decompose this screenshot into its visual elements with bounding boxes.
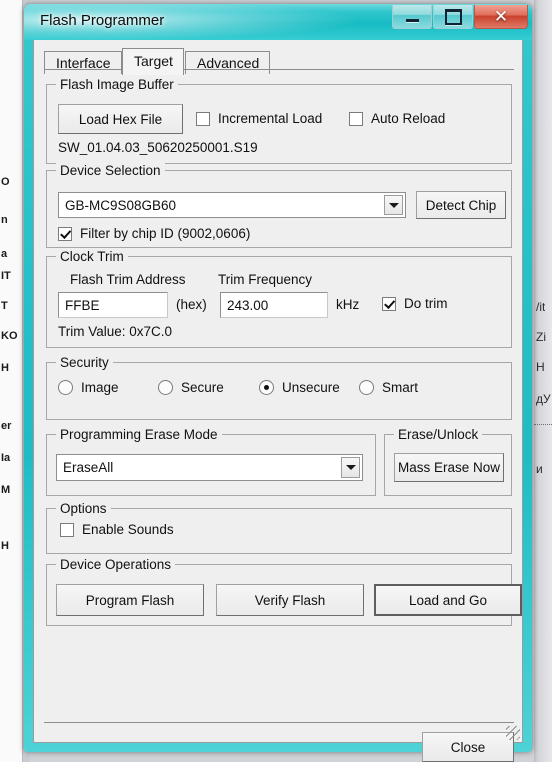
device-combobox[interactable]: GB-MC9S08GB60 (58, 192, 406, 218)
filter-by-chip-id-label: Filter by chip ID (9002,0606) (80, 226, 251, 241)
security-option-unsecure[interactable]: Unsecure (259, 380, 340, 395)
close-button[interactable]: Close (422, 732, 514, 762)
program-flash-button[interactable]: Program Flash (56, 584, 204, 616)
screen: O IT n a T KO H er Ia M H /it Zi H дУ и … (0, 0, 552, 762)
background-text-fragment: /it (536, 300, 546, 314)
group-title-security: Security (56, 355, 113, 370)
background-text-fragment: Ia (1, 452, 11, 464)
verify-flash-button[interactable]: Verify Flash (216, 584, 364, 616)
checkbox-box (58, 226, 72, 241)
tab-interface[interactable]: Interface (44, 51, 122, 74)
loaded-file-name: SW_01.04.03_50620250001.S19 (58, 140, 258, 155)
caption-buttons: ✕ (391, 5, 528, 29)
group-title-erase-unlock: Erase/Unlock (394, 427, 483, 442)
radio-circle (158, 380, 173, 395)
enable-sounds-label: Enable Sounds (82, 522, 174, 537)
background-text-fragment: KO (1, 330, 18, 342)
group-title-flash-image-buffer: Flash Image Buffer (56, 77, 178, 92)
security-option-label: Unsecure (282, 380, 340, 395)
group-title-device-operations: Device Operations (56, 557, 176, 572)
background-text-fragment: Zi (536, 330, 546, 344)
background-text-fragment: H (1, 362, 9, 374)
maximize-button[interactable] (433, 5, 473, 29)
security-option-image[interactable]: Image (58, 380, 119, 395)
resize-grip[interactable] (506, 726, 520, 740)
filter-by-chip-id-checkbox[interactable]: Filter by chip ID (9002,0606) (58, 226, 250, 241)
background-divider (534, 424, 552, 425)
background-text-fragment: M (1, 484, 11, 496)
tab-advanced[interactable]: Advanced (185, 51, 270, 74)
security-option-secure[interactable]: Secure (158, 380, 224, 395)
chevron-down-icon[interactable] (384, 195, 403, 215)
device-combobox-value: GB-MC9S08GB60 (65, 197, 177, 213)
group-title-options: Options (56, 501, 111, 516)
trim-frequency-label: Trim Frequency (218, 272, 313, 287)
group-title-device-selection: Device Selection (56, 163, 165, 178)
checkbox-box (349, 111, 363, 126)
background-text-fragment: n (1, 214, 8, 226)
flash-programmer-window: Flash Programmer ✕ Interface Target Adva… (24, 4, 532, 762)
detect-chip-button[interactable]: Detect Chip (416, 191, 506, 219)
background-text-fragment: H (536, 360, 545, 374)
background-text-fragment: и (536, 462, 543, 476)
window-title: Flash Programmer (40, 12, 165, 29)
background-text-fragment: дУ (536, 392, 551, 406)
tab-target[interactable]: Target (122, 48, 184, 75)
minimize-icon (405, 19, 419, 22)
erase-mode-value: EraseAll (63, 460, 114, 475)
security-option-label: Image (81, 380, 119, 395)
close-window-button[interactable]: ✕ (474, 5, 528, 29)
radio-circle (58, 380, 73, 395)
trim-frequency-input[interactable]: 243.00 (220, 292, 328, 318)
background-text-fragment: a (1, 248, 8, 260)
tab-underline (44, 69, 514, 70)
mass-erase-now-button[interactable]: Mass Erase Now (394, 453, 504, 482)
background-text-fragment: O (1, 176, 10, 188)
security-option-label: Secure (181, 380, 224, 395)
auto-reload-checkbox[interactable]: Auto Reload (349, 111, 445, 126)
auto-reload-label: Auto Reload (371, 111, 446, 126)
trim-value-text: Trim Value: 0x7C.0 (58, 324, 173, 339)
maximize-icon (444, 8, 462, 25)
close-icon: ✕ (493, 7, 509, 26)
do-trim-checkbox[interactable]: Do trim (382, 296, 448, 311)
incremental-load-checkbox[interactable]: Incremental Load (196, 111, 322, 126)
frequency-unit-label: kHz (336, 297, 360, 312)
checkbox-box (196, 111, 210, 126)
background-text-fragment: T (1, 300, 8, 312)
footer-divider (44, 722, 514, 723)
background-right-panel (534, 0, 552, 762)
enable-sounds-checkbox[interactable]: Enable Sounds (60, 522, 174, 537)
erase-mode-combobox[interactable]: EraseAll (56, 454, 363, 481)
flash-trim-address-label: Flash Trim Address (70, 272, 186, 287)
checkbox-box (60, 522, 74, 537)
hex-suffix-label: (hex) (176, 297, 207, 312)
background-text-fragment: H (1, 540, 9, 552)
security-option-smart[interactable]: Smart (359, 380, 418, 395)
incremental-load-label: Incremental Load (218, 111, 323, 126)
do-trim-label: Do trim (404, 296, 448, 311)
radio-circle (359, 380, 374, 395)
load-hex-file-button[interactable]: Load Hex File (58, 104, 183, 134)
chevron-down-icon[interactable] (341, 457, 360, 478)
title-bar[interactable]: Flash Programmer ✕ (24, 4, 532, 40)
background-text-fragment: er (1, 420, 12, 432)
background-text-fragment: IT (1, 270, 11, 282)
radio-circle (259, 380, 274, 395)
dialog-client-area: Interface Target Advanced Flash Image Bu… (33, 40, 523, 762)
tab-strip: Interface Target Advanced (44, 48, 514, 75)
security-option-label: Smart (382, 380, 419, 395)
background-left-column (0, 0, 23, 762)
checkbox-box (382, 296, 396, 311)
group-title-clock-trim: Clock Trim (56, 249, 128, 264)
load-and-go-button[interactable]: Load and Go (374, 584, 522, 616)
minimize-button[interactable] (392, 5, 432, 29)
flash-trim-address-input[interactable]: FFBE (58, 292, 168, 318)
group-title-programming-erase-mode: Programming Erase Mode (56, 427, 222, 442)
